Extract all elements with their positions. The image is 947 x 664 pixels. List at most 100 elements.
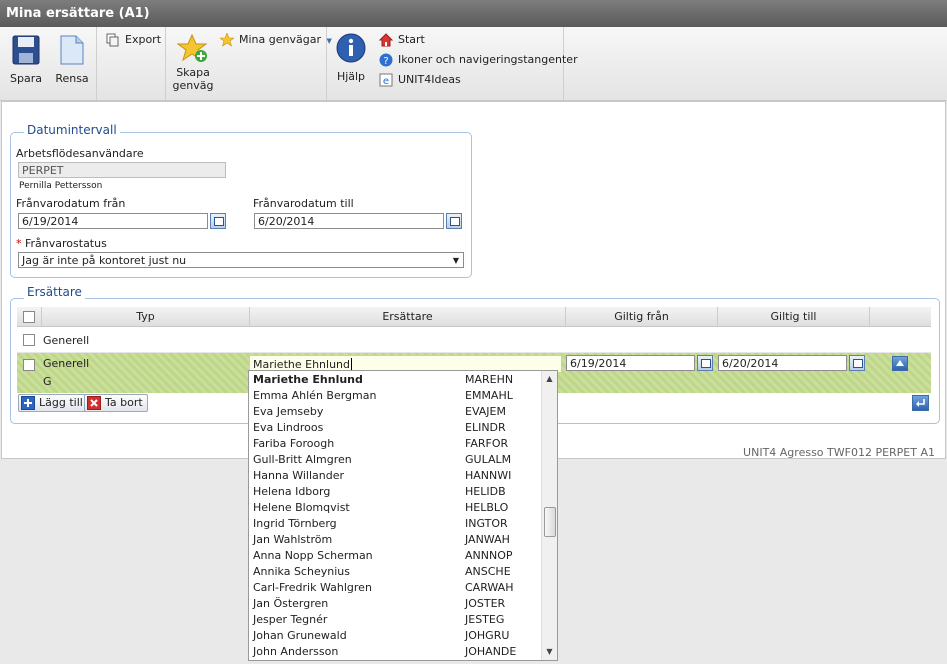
workflow-user-name: Pernilla Pettersson (19, 181, 103, 191)
list-item-name: Ingrid Törnberg (253, 517, 337, 530)
delete-icon (87, 396, 101, 410)
absence-status-select[interactable]: Jag är inte på kontoret just nu ▼ (18, 252, 464, 268)
list-item-name: Jan Wahlström (253, 533, 333, 546)
list-item-code: JESTEG (465, 613, 505, 626)
list-item[interactable]: Mariethe Ehnlund MAREHN (249, 372, 543, 388)
row-checkbox[interactable] (23, 359, 35, 371)
column-header-actions (869, 307, 931, 327)
column-header-type[interactable]: Typ (41, 307, 249, 327)
list-item[interactable]: Johan Grunewald JOHGRU (249, 628, 543, 644)
list-item[interactable]: Annika Scheynius ANSCHE (249, 564, 543, 580)
list-item-name: Gull-Britt Almgren (253, 453, 352, 466)
row-type-code: G (43, 375, 52, 388)
absence-status-label: * Frånvarostatus (16, 237, 107, 250)
question-icon: ? (379, 53, 393, 67)
footer-info: UNIT4 Agresso TWF012 PERPET A1 (743, 446, 935, 459)
start-link[interactable]: Start (379, 31, 425, 49)
scroll-down-icon[interactable]: ▼ (542, 644, 557, 659)
list-item[interactable]: Carl-Fredrik Wahlgren CARWAH (249, 580, 543, 596)
clear-button[interactable]: Rensa (54, 35, 90, 85)
remove-button[interactable]: Ta bort (84, 394, 148, 412)
export-button[interactable]: Export (106, 31, 161, 49)
list-item[interactable]: Gull-Britt Almgren GULALM (249, 452, 543, 468)
valid-from-input[interactable]: 6/19/2014 (566, 355, 695, 371)
scroll-thumb[interactable] (544, 507, 556, 537)
workflow-user-field: PERPET (18, 162, 226, 178)
list-item[interactable]: Helene Blomqvist HELBLO (249, 500, 543, 516)
triangle-up-icon (896, 360, 904, 366)
scroll-up-icon[interactable]: ▲ (542, 371, 557, 386)
column-header-substitute[interactable]: Ersättare (249, 307, 565, 327)
list-item-code: ANNNOP (465, 549, 513, 562)
save-button[interactable]: Spara (8, 35, 44, 85)
list-item-code: HELBLO (465, 501, 509, 514)
dropdown-scrollbar[interactable]: ▲ ▼ (541, 371, 557, 660)
absence-to-input[interactable]: 6/20/2014 (254, 213, 444, 229)
list-item[interactable]: Fariba Foroogh FARFOR (249, 436, 543, 452)
list-item-code: MAREHN (465, 373, 514, 386)
info-icon (336, 33, 366, 63)
list-item-code: ANSCHE (465, 565, 511, 578)
list-item[interactable]: Anna Nopp Scherman ANNNOP (249, 548, 543, 564)
toolbar-group-export: Export (97, 27, 166, 100)
list-item[interactable]: Jesper Tegnér JESTEG (249, 612, 543, 628)
list-item[interactable]: John Andersson JOHANDE (249, 644, 543, 660)
collapse-row-button[interactable] (892, 356, 908, 371)
list-item[interactable]: Ingrid Törnberg INGTOR (249, 516, 543, 532)
window-title: Mina ersättare (A1) (0, 0, 947, 27)
list-item-name: Carl-Fredrik Wahlgren (253, 581, 372, 594)
list-item[interactable]: Helena Idborg HELIDB (249, 484, 543, 500)
help-button[interactable]: Hjälp (333, 33, 369, 83)
column-header-valid-to[interactable]: Giltig till (717, 307, 869, 327)
toolbar: Spara Rensa Export Skapa genväg Mina gen… (0, 27, 947, 101)
list-item[interactable]: Eva Lindroos ELINDR (249, 420, 543, 436)
list-item-name: Eva Lindroos (253, 421, 324, 434)
row-checkbox[interactable] (23, 334, 35, 346)
create-shortcut-button[interactable]: Skapa genväg (170, 33, 216, 92)
list-item[interactable]: Jan Wahlström JANWAH (249, 532, 543, 548)
list-item-code: GULALM (465, 453, 512, 466)
list-item-code: HELIDB (465, 485, 506, 498)
select-all-checkbox[interactable] (23, 311, 35, 323)
unit4ideas-link[interactable]: e UNIT4Ideas (379, 71, 461, 89)
list-item-name: Fariba Foroogh (253, 437, 335, 450)
icons-navigation-link[interactable]: ? Ikoner och navigeringstangenter (379, 51, 578, 69)
list-item-name: Hanna Willander (253, 469, 344, 482)
list-item[interactable]: Eva Jemseby EVAJEM (249, 404, 543, 420)
column-header-valid-from[interactable]: Giltig från (565, 307, 717, 327)
list-item[interactable]: Jan Östergren JOSTER (249, 596, 543, 612)
substitute-dropdown[interactable]: Mariethe Ehnlund MAREHN Emma Ahlén Bergman… (248, 370, 558, 661)
list-item-name: Anna Nopp Scherman (253, 549, 373, 562)
export-icon (106, 33, 119, 47)
list-item-name: Mariethe Ehnlund (253, 373, 363, 386)
list-item-code: EVAJEM (465, 405, 506, 418)
toolbar-group-help: Hjälp Start ? Ikoner och navigeringstang… (327, 27, 578, 100)
toolbar-group-file: Spara Rensa (0, 27, 97, 100)
list-item-name: Jan Östergren (253, 597, 329, 610)
table-row[interactable] (17, 328, 931, 353)
home-icon (379, 33, 393, 47)
add-button[interactable]: Lägg till (18, 394, 88, 412)
list-item-name: John Andersson (253, 645, 339, 658)
substitutes-legend: Ersättare (24, 285, 85, 299)
workflow-user-label: Arbetsflödesanvändare (16, 147, 144, 160)
return-button[interactable] (912, 395, 929, 411)
calendar-icon[interactable] (849, 355, 865, 371)
list-item-code: INGTOR (465, 517, 508, 530)
calendar-icon[interactable] (697, 355, 713, 371)
list-item-code: CARWAH (465, 581, 514, 594)
calendar-icon[interactable] (446, 213, 462, 229)
list-item[interactable]: Emma Ahlén Bergman EMMAHL (249, 388, 543, 404)
svg-text:e: e (383, 76, 389, 87)
return-arrow-icon (916, 399, 925, 407)
valid-to-input[interactable]: 6/20/2014 (718, 355, 847, 371)
my-shortcuts-menu[interactable]: Mina genvägar ▼ (220, 31, 332, 49)
calendar-icon[interactable] (210, 213, 226, 229)
absence-from-input[interactable]: 6/19/2014 (18, 213, 208, 229)
list-item[interactable]: Hanna Willander HANNWI (249, 468, 543, 484)
absence-from-label: Frånvarodatum från (16, 197, 126, 210)
list-item-code: ELINDR (465, 421, 506, 434)
floppy-disk-icon (12, 35, 40, 65)
list-item-name: Annika Scheynius (253, 565, 350, 578)
list-item-code: HANNWI (465, 469, 512, 482)
